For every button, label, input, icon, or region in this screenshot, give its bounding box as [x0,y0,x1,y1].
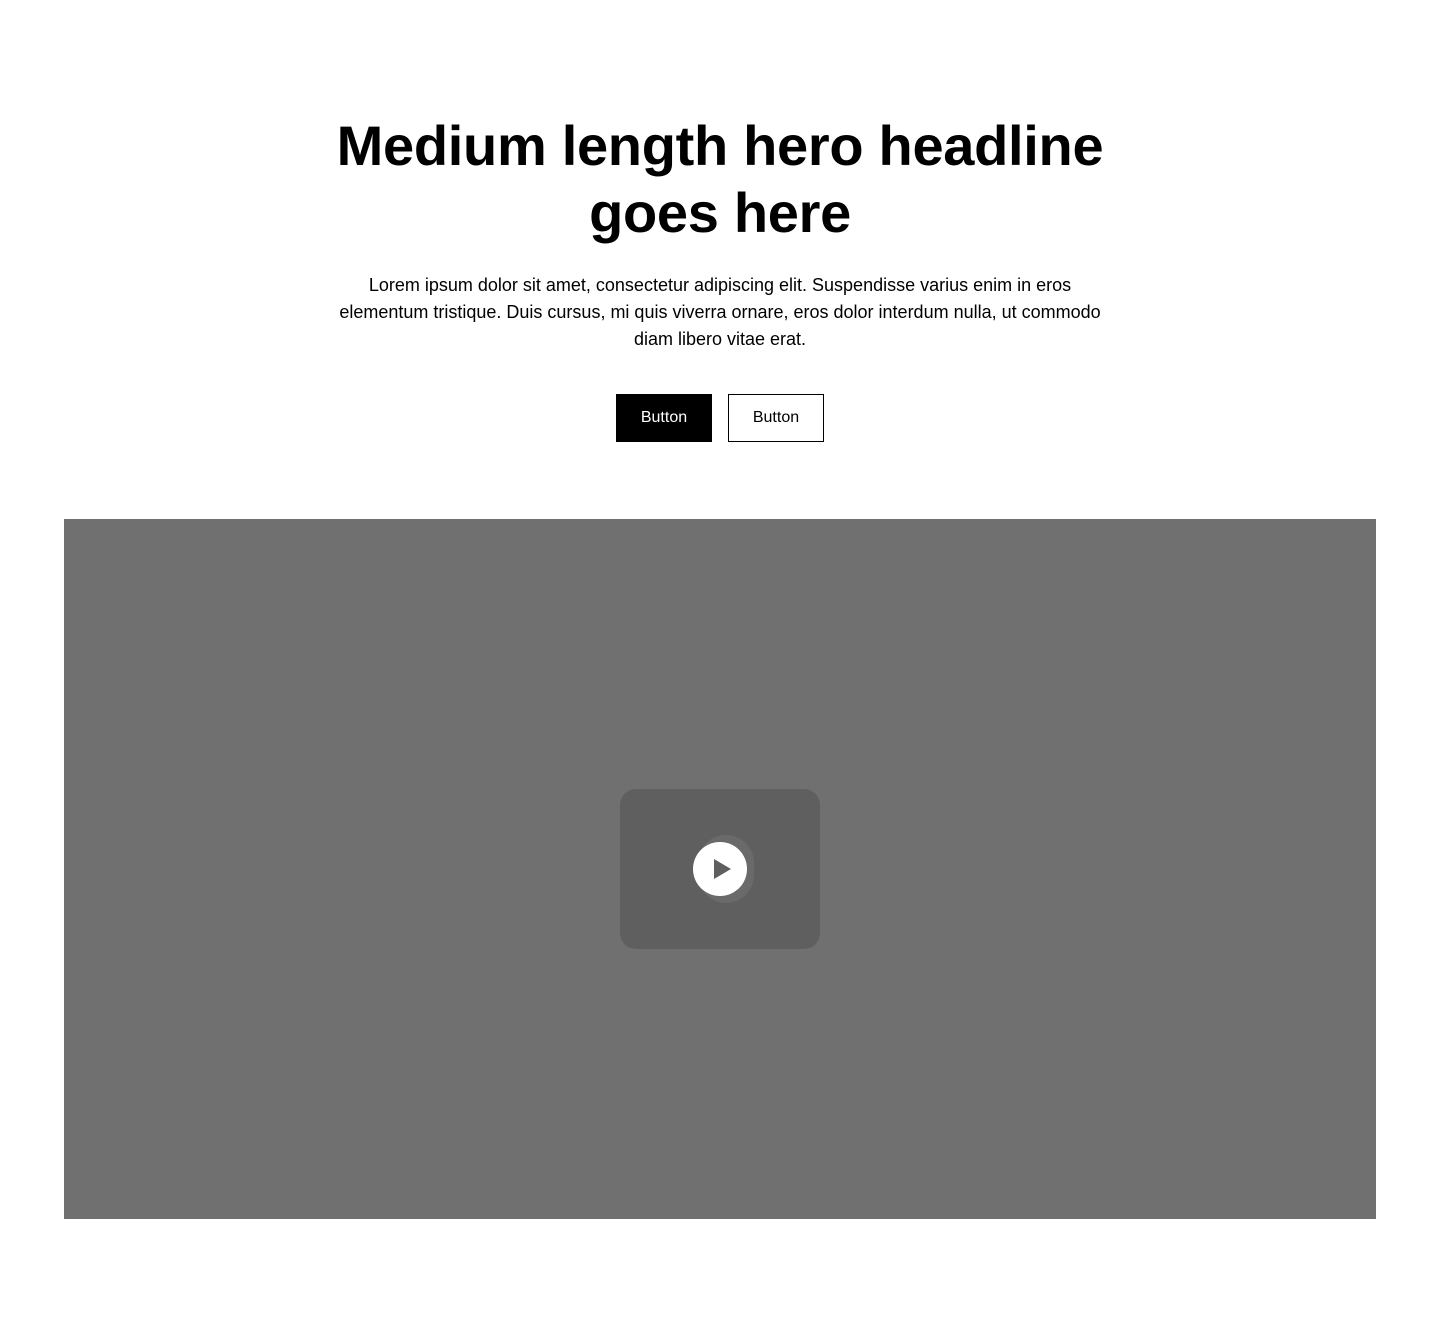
hero-section: Medium length hero headline goes here Lo… [0,0,1440,1331]
secondary-button[interactable]: Button [728,394,824,442]
hero-description: Lorem ipsum dolor sit amet, consectetur … [339,275,1101,349]
play-button[interactable] [693,842,747,896]
video-player[interactable] [64,519,1376,1219]
hero-header: Medium length hero headline goes here Lo… [0,112,1440,442]
hero-actions: Button Button [0,394,1440,442]
hero-headline: Medium length hero headline goes here [336,114,1104,244]
video-thumbnail[interactable] [620,789,820,949]
primary-button[interactable]: Button [616,394,712,442]
play-icon [714,859,731,879]
